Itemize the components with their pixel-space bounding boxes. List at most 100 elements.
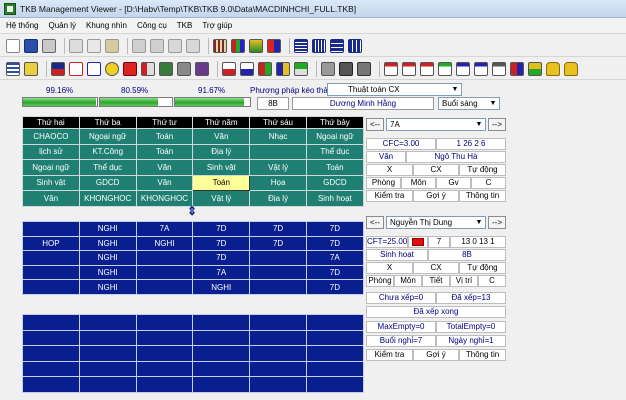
table-2-icon[interactable] <box>312 38 326 53</box>
room-button[interactable]: Phòng <box>366 275 394 287</box>
save-icon[interactable] <box>24 38 38 53</box>
timetable-cell[interactable] <box>78 329 137 347</box>
chevron-down-icon[interactable]: ▼ <box>488 99 498 108</box>
timetable-cell[interactable] <box>192 314 251 331</box>
timetable-cell[interactable] <box>22 279 80 295</box>
timetable-cell[interactable]: KT.Công <box>78 143 137 160</box>
timetable-cell[interactable]: Ngoại ngữ <box>78 128 137 145</box>
timetable-cell[interactable]: NGHI <box>135 235 194 252</box>
timetable-cell[interactable] <box>305 345 364 362</box>
tool-d-icon[interactable] <box>186 38 200 53</box>
timetable-cell[interactable]: KHONGHOC <box>78 190 137 207</box>
timetable-cell[interactable] <box>135 314 194 331</box>
list-icon[interactable] <box>6 61 20 76</box>
timetable-cell[interactable]: KHONGHOC <box>135 190 194 207</box>
info-button[interactable]: Thông tin <box>459 349 506 361</box>
check-red-icon[interactable] <box>69 61 83 76</box>
timetable-cell[interactable]: Ngoại ngữ <box>22 159 80 176</box>
menu-tro-giup[interactable]: Trợ giúp <box>202 21 232 30</box>
period-button[interactable]: Tiết <box>422 275 450 287</box>
person-icon[interactable] <box>159 61 173 76</box>
timetable-cell[interactable]: Vật lý <box>192 190 251 207</box>
timetable-cell[interactable] <box>22 360 80 378</box>
timetable-cell[interactable] <box>249 314 307 331</box>
timetable-cell[interactable] <box>22 250 80 266</box>
c-button[interactable]: C <box>471 177 506 189</box>
teacher-select[interactable]: Nguyễn Thị Dung ▼ <box>386 216 486 229</box>
timetable-cell[interactable] <box>249 345 307 362</box>
check-button[interactable]: Kiểm tra <box>366 190 413 202</box>
x-button[interactable]: X <box>366 164 413 176</box>
chevron-down-icon[interactable]: ▼ <box>450 85 460 94</box>
class-grid-icon[interactable] <box>276 61 290 76</box>
timetable-cell[interactable]: Toán <box>305 159 364 176</box>
timetable-cell[interactable] <box>78 376 137 393</box>
timetable-cell[interactable]: lịch sử <box>22 143 80 160</box>
timetable-cell[interactable]: NGHI <box>78 250 137 266</box>
class-mark-icon[interactable] <box>294 61 308 76</box>
timetable-cell[interactable]: Văn <box>22 190 80 207</box>
report-8-icon[interactable] <box>510 61 524 76</box>
timetable-cell[interactable] <box>22 264 80 281</box>
unlock-icon[interactable] <box>564 61 578 76</box>
timetable-cell[interactable] <box>192 376 251 393</box>
report-4-icon[interactable] <box>438 61 452 76</box>
timetable-cell[interactable] <box>135 264 194 281</box>
timetable-cell[interactable] <box>135 345 194 362</box>
subject-button[interactable]: Môn <box>394 275 422 287</box>
selected-timetable-cell[interactable]: Toán <box>192 174 251 191</box>
timetable-cell[interactable] <box>249 250 307 266</box>
timetable-cell[interactable]: 7A <box>135 221 194 237</box>
check-blue-icon[interactable] <box>87 61 101 76</box>
teacher-next-button[interactable]: --> <box>488 216 506 229</box>
timetable-cell[interactable] <box>78 360 137 378</box>
timetable-cell[interactable]: Địa lý <box>192 143 251 160</box>
teacher-button[interactable]: Gv <box>436 177 471 189</box>
class-view-icon[interactable] <box>249 38 263 53</box>
timetable-cell[interactable]: Nhạc <box>249 128 307 145</box>
timetable-cell[interactable] <box>249 279 307 295</box>
forward-icon[interactable] <box>123 61 137 76</box>
cx-button[interactable]: CX <box>413 262 459 274</box>
timetable-cell[interactable] <box>249 264 307 281</box>
class-next-button[interactable]: --> <box>488 118 506 131</box>
report-2-icon[interactable] <box>402 61 416 76</box>
wrench-icon[interactable] <box>357 61 371 76</box>
method-select[interactable]: Thuật toán CX ▼ <box>327 83 462 96</box>
timetable-cell[interactable] <box>192 345 251 362</box>
tool-c-icon[interactable] <box>168 38 182 53</box>
timetable-cell[interactable]: Thể dục <box>305 143 364 160</box>
cut-icon[interactable] <box>69 38 83 53</box>
grid-view-icon[interactable] <box>213 38 227 53</box>
table-3-icon[interactable] <box>330 38 344 53</box>
timetable-cell[interactable] <box>305 329 364 347</box>
timetable-cell[interactable]: 7D <box>249 221 307 237</box>
run-icon[interactable] <box>105 61 119 76</box>
timetable-cell[interactable]: NGHI <box>78 221 137 237</box>
hammer-icon[interactable] <box>339 61 353 76</box>
timetable-cell[interactable]: GDCD <box>78 174 137 191</box>
timetable-cell[interactable]: Địa lý <box>249 190 307 207</box>
timetable-cell[interactable]: 7A <box>305 250 364 266</box>
timetable-cell[interactable]: Văn <box>192 128 251 145</box>
auto-button[interactable]: Tự động <box>459 164 506 176</box>
timetable-cell[interactable]: Văn <box>135 174 194 191</box>
timetable-cell[interactable] <box>135 360 194 378</box>
timetable-cell[interactable] <box>305 314 364 331</box>
timetable-cell[interactable] <box>249 376 307 393</box>
chart-view-icon[interactable] <box>231 38 245 53</box>
timetable-cell[interactable]: 7D <box>305 235 364 252</box>
timetable-cell[interactable]: 7D <box>305 279 364 295</box>
menu-he-thong[interactable]: Hệ thống <box>6 21 38 30</box>
timetable-cell[interactable] <box>192 329 251 347</box>
report-7-icon[interactable] <box>492 61 506 76</box>
chevron-down-icon[interactable]: ▼ <box>474 218 484 227</box>
timetable-cell[interactable]: CHAOCO <box>22 128 80 145</box>
timetable-cell[interactable]: Sinh vật <box>192 159 251 176</box>
tool-b-icon[interactable] <box>150 38 164 53</box>
menu-quan-ly[interactable]: Quản lý <box>48 21 76 30</box>
timetable-icon[interactable] <box>141 61 155 76</box>
people-icon[interactable] <box>195 61 209 76</box>
menu-cong-cu[interactable]: Công cụ <box>137 21 167 30</box>
c-button[interactable]: C <box>478 275 506 287</box>
